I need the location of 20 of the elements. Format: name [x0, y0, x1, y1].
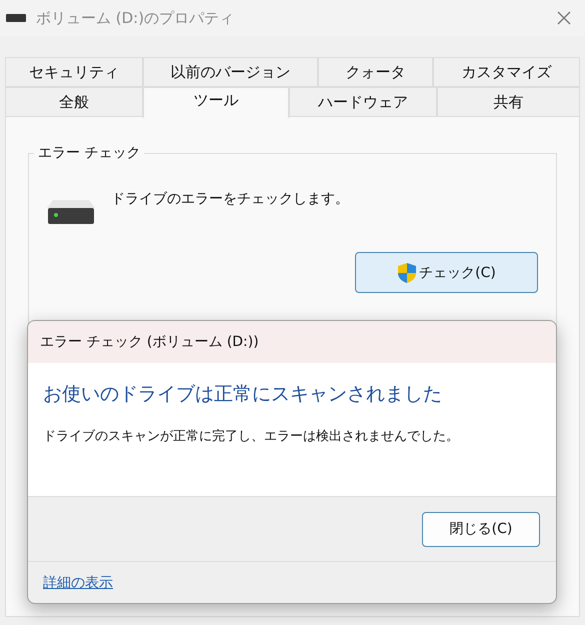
tab[interactable]: ツール — [143, 87, 289, 118]
tab[interactable]: クォータ — [318, 57, 433, 87]
description-text: ドライブのエラーをチェックします。 — [111, 190, 349, 208]
details-link[interactable]: 詳細の表示 — [43, 574, 113, 592]
drive-icon — [6, 14, 26, 22]
dialog-message: ドライブのスキャンが正常に完了し、エラーは検出されませんでした。 — [43, 428, 460, 445]
tab[interactable]: 全般 — [5, 87, 143, 117]
group-title: エラー チェック — [34, 144, 144, 162]
tab[interactable]: カスタマイズ — [433, 57, 580, 87]
close-button[interactable]: 閉じる(C) — [422, 512, 540, 546]
close-icon[interactable] — [557, 11, 571, 25]
tab[interactable]: ハードウェア — [289, 87, 437, 117]
dialog-title: エラー チェック (ボリューム (D:)) — [40, 333, 259, 351]
window-title: ボリューム (D:)のプロパティ — [36, 8, 236, 28]
tab[interactable]: 以前のバージョン — [143, 57, 318, 87]
dialog-heading: お使いのドライブは正常にスキャンされました — [43, 382, 443, 407]
check-button[interactable]: チェック(C) — [355, 252, 538, 293]
tab[interactable]: セキュリティ — [5, 57, 143, 87]
shield-icon — [397, 262, 418, 284]
tab[interactable]: 共有 — [437, 87, 580, 117]
